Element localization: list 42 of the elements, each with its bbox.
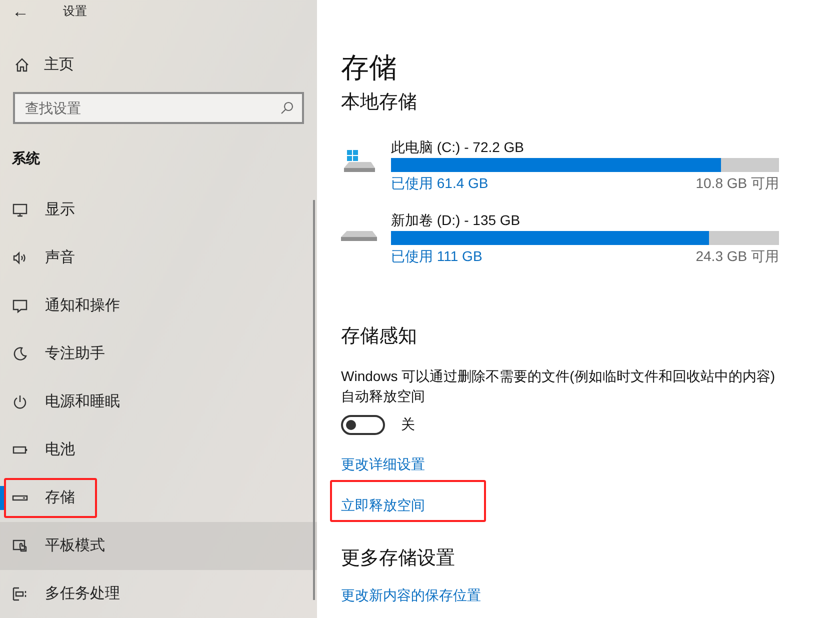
link[interactable]: 更改新内容的保存位置 [341, 586, 481, 604]
sidebar-item[interactable]: 通知和操作 [0, 282, 317, 330]
used-space-link[interactable]: 已使用 61.4 GB [391, 173, 488, 193]
section-heading: 存储感知 [341, 325, 418, 349]
sidebar-item[interactable]: 存储 [0, 474, 317, 522]
monitor-icon [12, 202, 28, 218]
scrollbar[interactable] [313, 200, 315, 600]
speech-bubble-icon [12, 298, 28, 314]
home-link[interactable]: 主页 [44, 54, 74, 76]
section-heading: 系统 [11, 149, 41, 168]
free-space-text: 10.8 GB 可用 [696, 174, 779, 193]
description-text: Windows 可以通过删除不需要的文件(例如临时文件和回收站中的内容)自动释放空间 [341, 367, 776, 406]
multitask-icon [12, 586, 28, 602]
drive-icon [341, 231, 377, 241]
section-heading: 本地存储 [341, 91, 418, 115]
window-title: 设置 [63, 3, 87, 20]
sidebar-item[interactable]: 显示 [0, 186, 317, 234]
used-space-link[interactable]: 已使用 111 GB [391, 246, 482, 266]
sidebar-item[interactable]: 声音 [0, 234, 317, 282]
drive-name: 新加卷 (D:) - 135 GB [391, 211, 522, 229]
back-button[interactable]: ← [12, 2, 29, 20]
sidebar-item[interactable]: 专注助手 [0, 330, 317, 378]
link[interactable]: 更改详细设置 [341, 454, 425, 474]
power-icon [12, 394, 28, 410]
home-icon [14, 56, 30, 73]
sidebar-item[interactable]: 电源和睡眠 [0, 378, 317, 426]
toggle-switch[interactable] [341, 414, 385, 434]
sidebar-item[interactable]: 平板模式 [0, 522, 317, 570]
selection-indicator [0, 486, 4, 510]
page-title: 存储 [341, 51, 398, 85]
search-field[interactable]: 查找设置 [13, 92, 304, 124]
link[interactable]: 立即释放空间 [341, 494, 425, 516]
tablet-icon [12, 538, 28, 554]
search-icon[interactable] [280, 101, 294, 115]
moon-icon [12, 346, 28, 362]
section-heading: 更多存储设置 [341, 547, 456, 571]
sidebar-item[interactable]: 电池 [0, 426, 317, 474]
sidebar-item[interactable]: 多任务处理 [0, 570, 317, 618]
speaker-icon [12, 250, 28, 266]
free-space-text: 24.3 GB 可用 [696, 247, 779, 266]
drive-name: 此电脑 (C:) - 72.2 GB [391, 138, 526, 156]
toggle-label: 关 [401, 415, 415, 434]
